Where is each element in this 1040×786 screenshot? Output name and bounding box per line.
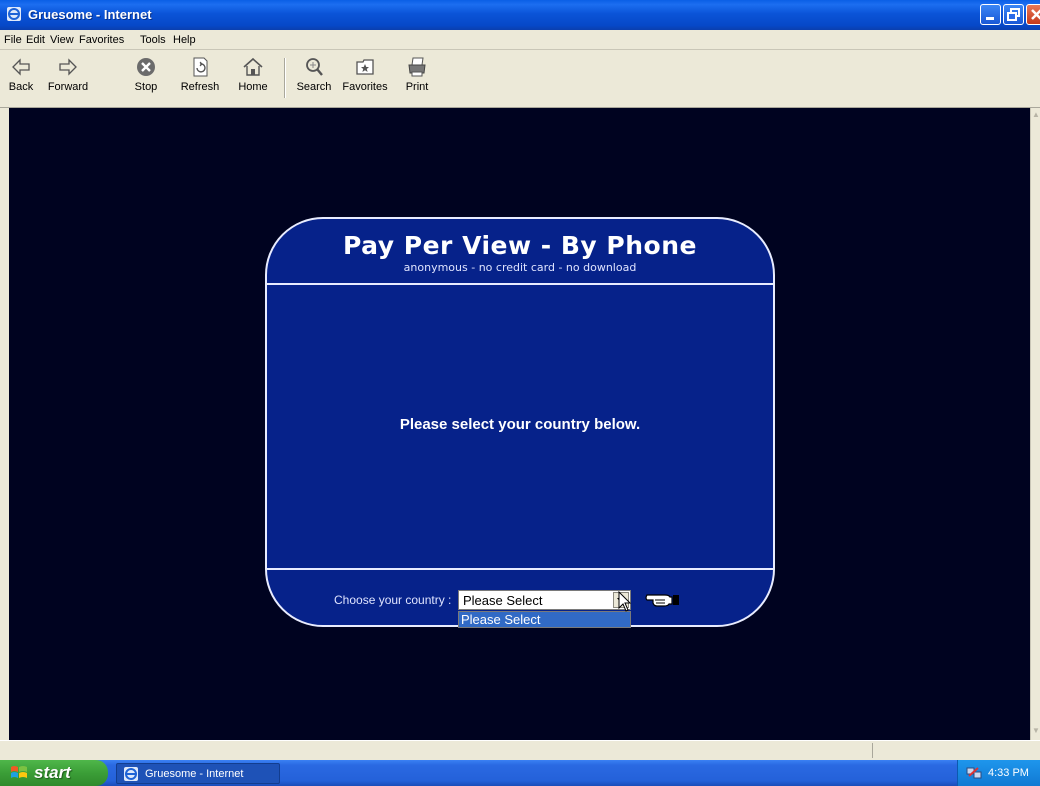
stop-button[interactable]: Stop <box>129 56 163 102</box>
country-dropdown-list: Please Select <box>458 611 631 628</box>
mouse-cursor-icon <box>618 591 632 612</box>
menu-help[interactable]: Help <box>173 34 196 46</box>
system-tray: 4:33 PM <box>957 760 1040 786</box>
header-divider <box>267 283 773 285</box>
toolbar-separator <box>284 58 286 98</box>
status-zone-cell <box>872 743 1040 758</box>
window-title: Gruesome - Internet <box>28 7 152 22</box>
pay-per-view-panel: Pay Per View - By Phone anonymous - no c… <box>265 217 775 627</box>
menu-favorites[interactable]: Favorites <box>79 34 124 46</box>
panel-subheading: anonymous - no credit card - no download <box>403 261 637 274</box>
windows-flag-icon <box>11 766 27 778</box>
menu-edit[interactable]: Edit <box>26 34 45 46</box>
close-icon <box>1031 9 1040 20</box>
menu-bar: File Edit View Favorites Tools Help <box>0 30 1040 50</box>
country-select[interactable]: Please Select <box>458 590 631 610</box>
home-button[interactable]: Home <box>234 56 272 102</box>
page-content: Pay Per View - By Phone anonymous - no c… <box>9 108 1030 740</box>
taskbar-item-gruesome[interactable]: Gruesome - Internet <box>116 763 280 784</box>
ie-icon <box>7 7 21 21</box>
favorites-icon <box>356 59 374 75</box>
country-select-value: Please Select <box>463 593 543 608</box>
refresh-button[interactable]: Refresh <box>175 56 225 102</box>
menu-file[interactable]: File <box>4 34 22 46</box>
scroll-up-icon[interactable]: ▲ <box>1032 110 1040 120</box>
start-label: start <box>34 763 71 782</box>
restore-icon <box>1007 8 1020 21</box>
forward-arrow-icon <box>59 58 77 76</box>
printer-icon <box>408 57 426 77</box>
print-button[interactable]: Print <box>402 56 432 102</box>
home-icon <box>243 57 263 76</box>
footer-divider <box>267 568 773 570</box>
vertical-scrollbar[interactable]: ▲ ▼ <box>1030 108 1040 740</box>
window-left-border <box>0 108 9 740</box>
back-arrow-icon <box>12 58 30 76</box>
pointing-hand-icon <box>645 594 679 607</box>
back-button[interactable]: Back <box>4 56 38 102</box>
search-button[interactable]: Search <box>294 56 334 102</box>
minimize-icon <box>986 17 994 20</box>
title-bar: Gruesome - Internet <box>0 0 1040 30</box>
network-icon[interactable] <box>966 765 982 781</box>
ie-icon <box>124 767 138 781</box>
close-button[interactable] <box>1026 4 1040 25</box>
restore-button[interactable] <box>1003 4 1024 25</box>
minimize-button[interactable] <box>980 4 1001 25</box>
country-option-please-select[interactable]: Please Select <box>459 612 630 627</box>
select-country-message: Please select your country below. <box>399 416 641 433</box>
scroll-down-icon[interactable]: ▼ <box>1032 726 1040 736</box>
refresh-icon <box>193 57 208 77</box>
taskbar: start Gruesome - Internet 4:33 PM <box>0 760 1040 786</box>
panel-heading: Pay Per View - By Phone <box>343 231 697 260</box>
taskbar-item-label: Gruesome - Internet <box>145 768 244 780</box>
start-button[interactable]: start <box>0 760 108 786</box>
favorites-button[interactable]: Favorites <box>340 56 390 102</box>
stop-icon <box>137 58 155 76</box>
status-bar <box>0 740 1040 760</box>
country-label: Choose your country : <box>334 593 452 607</box>
menu-view[interactable]: View <box>50 34 74 46</box>
menu-tools[interactable]: Tools <box>140 34 166 46</box>
clock: 4:33 PM <box>988 767 1029 779</box>
forward-button[interactable]: Forward <box>42 56 94 102</box>
search-icon <box>306 58 323 76</box>
toolbar: Back Forward Stop Refresh Home Search Fa… <box>0 50 1040 108</box>
